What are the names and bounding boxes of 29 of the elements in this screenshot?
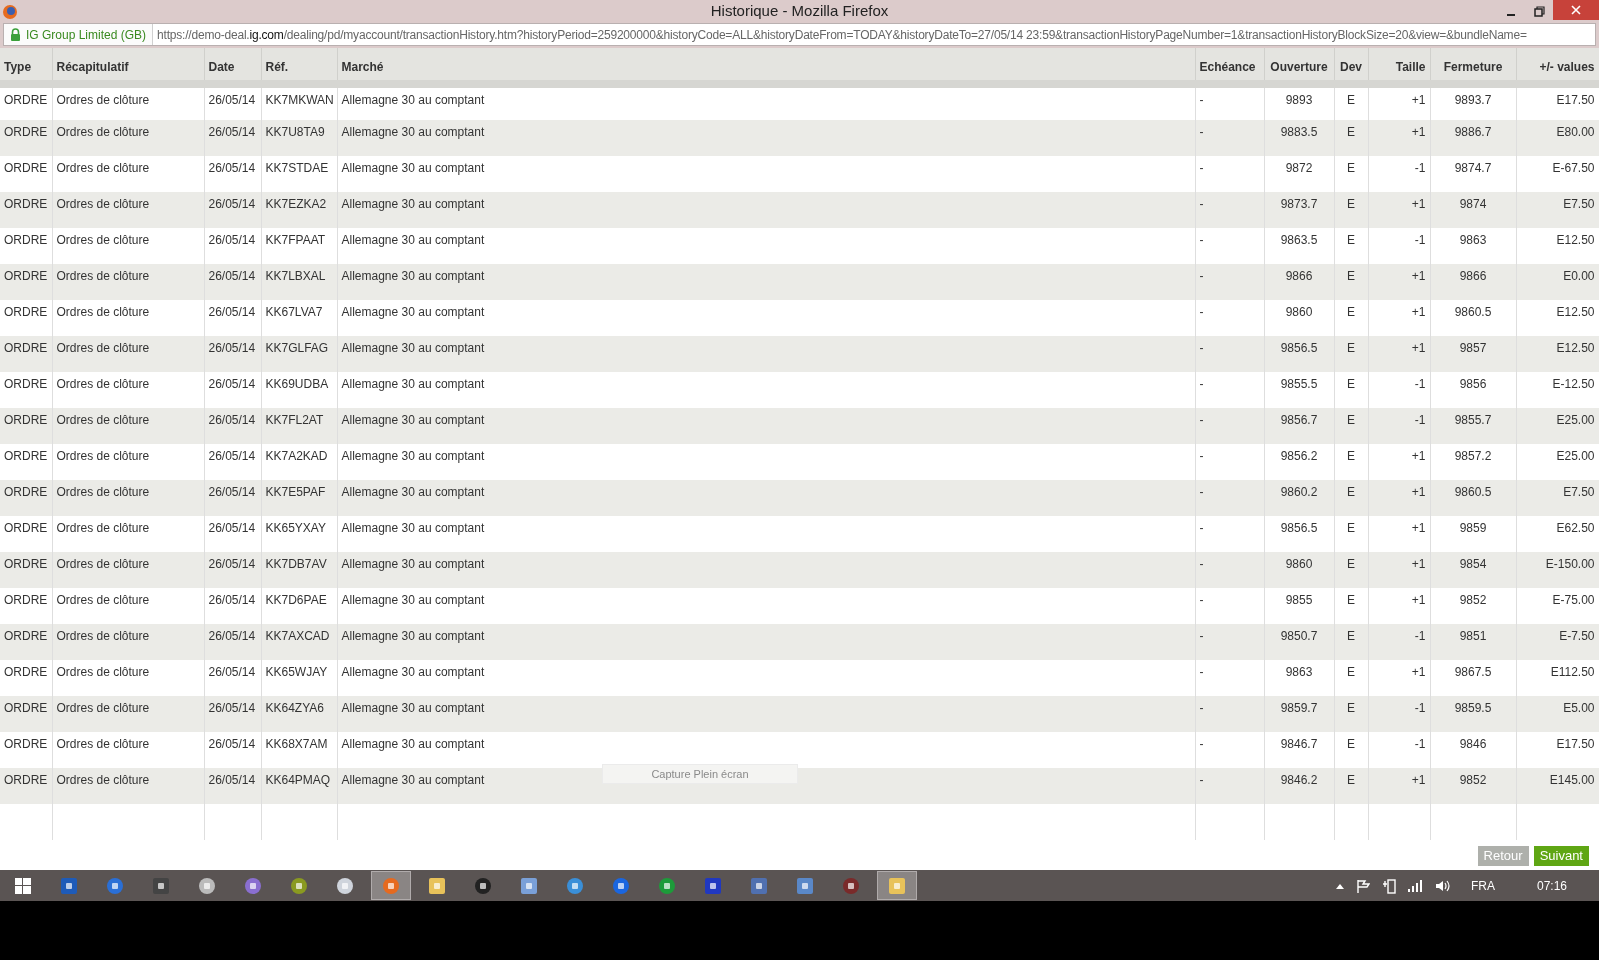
- window-title: Historique - Mozilla Firefox: [710, 1, 889, 22]
- table-cell: 26/05/14: [204, 768, 261, 804]
- clock[interactable]: 07:16: [1536, 876, 1567, 895]
- column-header: Récapitulatif: [52, 48, 204, 84]
- table-cell: Ordres de clôture: [52, 768, 204, 804]
- column-header: Fermeture: [1430, 48, 1516, 84]
- tooltip: Capture Plein écran: [602, 764, 798, 784]
- site-identity[interactable]: IG Group Limited (GB): [4, 24, 154, 45]
- column-header: Dev: [1334, 48, 1368, 84]
- table-cell: E145.00: [1516, 768, 1599, 804]
- column-header: Date: [204, 48, 261, 84]
- language-indicator[interactable]: FRA: [1470, 876, 1495, 895]
- table-cell: E: [1334, 768, 1368, 804]
- column-header: Type: [0, 48, 52, 84]
- table-cell: 9846.2: [1264, 768, 1334, 804]
- table-cell: 9852: [1430, 768, 1516, 804]
- column-header: Echéance: [1195, 48, 1264, 84]
- url-text: https://demo-deal.ig.com/dealing/pd/myaccount/transactionHistory.htm?historyPeriod=259200000&historyCode=ALL&historyDateFrom=TODAY&historyDateTo=27/05/14 23:59&transactionHistoryPageNumber=1&transactionHistoryBlockSize=20&view=&bundleName=: [156, 26, 1527, 44]
- table-cell: -: [1195, 768, 1264, 804]
- column-header: Réf.: [261, 48, 337, 84]
- identity-label: IG Group Limited (GB): [26, 26, 147, 44]
- pagination-button[interactable]: Suivant: [1533, 846, 1589, 866]
- column-header: +/- values: [1516, 48, 1599, 84]
- column-header: Ouverture: [1264, 48, 1334, 84]
- table-cell: ORDRE: [0, 768, 52, 804]
- table-cell: KK64PMAQ: [261, 768, 337, 804]
- column-header: Marché: [337, 48, 1195, 84]
- column-header: Taille: [1368, 48, 1430, 84]
- table-cell: +1: [1368, 768, 1430, 804]
